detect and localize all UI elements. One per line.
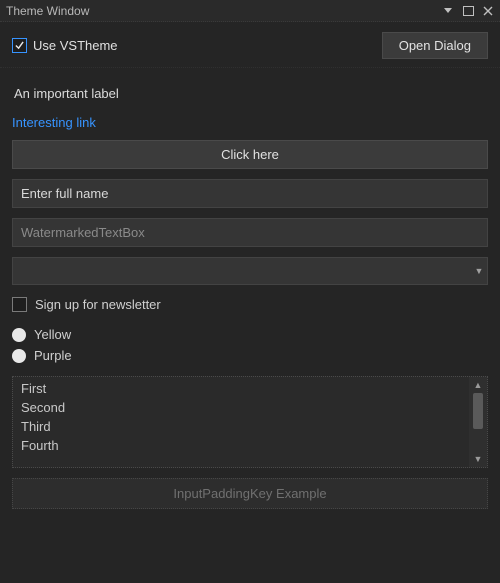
window-title: Theme Window — [6, 4, 436, 18]
maximize-icon[interactable] — [460, 3, 476, 19]
use-vstheme-checkbox[interactable] — [12, 38, 27, 53]
list-item[interactable]: First — [13, 379, 469, 398]
titlebar: Theme Window — [0, 0, 500, 22]
scroll-track[interactable] — [469, 393, 487, 451]
interesting-link[interactable]: Interesting link — [12, 115, 488, 130]
newsletter-checkbox[interactable] — [12, 297, 27, 312]
radio-purple[interactable] — [12, 349, 26, 363]
fullname-input[interactable] — [12, 179, 488, 208]
header-row: Use VSTheme Open Dialog — [0, 22, 500, 68]
radio-yellow[interactable] — [12, 328, 26, 342]
listbox[interactable]: FirstSecondThirdFourth ▲ ▼ — [12, 376, 488, 468]
listbox-items: FirstSecondThirdFourth — [13, 377, 469, 467]
scrollbar[interactable]: ▲ ▼ — [469, 377, 487, 467]
newsletter-label[interactable]: Sign up for newsletter — [35, 297, 161, 312]
checkmark-icon — [15, 41, 24, 50]
scroll-down-icon[interactable]: ▼ — [469, 451, 487, 467]
list-item[interactable]: Fourth — [13, 436, 469, 455]
close-icon[interactable] — [480, 3, 496, 19]
open-dialog-button[interactable]: Open Dialog — [382, 32, 488, 59]
click-here-button[interactable]: Click here — [12, 140, 488, 169]
scroll-thumb[interactable] — [473, 393, 483, 429]
list-item[interactable]: Third — [13, 417, 469, 436]
radio-yellow-label[interactable]: Yellow — [34, 327, 71, 342]
scroll-up-icon[interactable]: ▲ — [469, 377, 487, 393]
list-item[interactable]: Second — [13, 398, 469, 417]
combobox[interactable]: ▼ — [12, 257, 488, 285]
chevron-down-icon: ▼ — [471, 258, 487, 284]
dropdown-icon[interactable] — [440, 3, 456, 19]
important-label: An important label — [12, 80, 488, 107]
use-vstheme-label[interactable]: Use VSTheme — [33, 38, 118, 53]
inputpaddingkey-button: InputPaddingKey Example — [12, 478, 488, 509]
watermarked-textbox[interactable] — [12, 218, 488, 247]
form-content: An important label Interesting link Clic… — [0, 68, 500, 521]
radio-purple-label[interactable]: Purple — [34, 348, 72, 363]
